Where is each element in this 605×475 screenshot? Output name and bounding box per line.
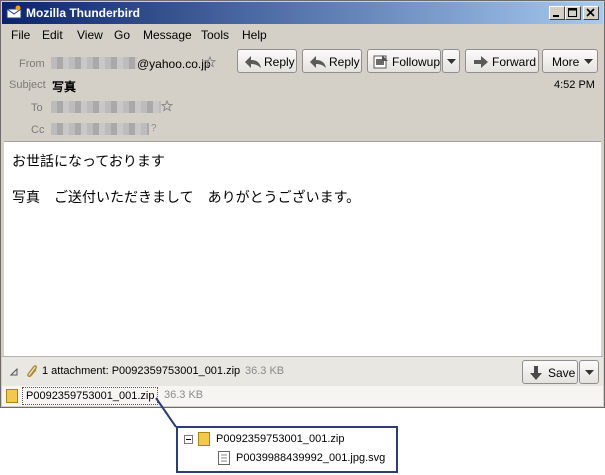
message-time: 4:52 PM xyxy=(554,79,595,91)
menu-edit[interactable]: Edit xyxy=(42,28,63,42)
document-icon xyxy=(218,451,230,465)
reply-icon xyxy=(245,56,261,68)
minimize-icon xyxy=(553,15,559,17)
title-bar[interactable]: Mozilla Thunderbird xyxy=(2,2,603,24)
popup-child-name[interactable]: P0039988439992_001.jpg.svg xyxy=(236,452,385,464)
dropdown-arrow-icon xyxy=(584,59,593,64)
subject-label: Subject xyxy=(9,79,46,91)
attachment-bar: 1 attachment: P0092359753001_001.zip 36.… xyxy=(2,356,603,387)
more-button[interactable]: More xyxy=(542,49,598,73)
collapse-triangle-icon[interactable] xyxy=(10,368,18,376)
zip-file-icon xyxy=(198,432,210,446)
close-button[interactable] xyxy=(583,6,599,20)
menu-view[interactable]: View xyxy=(77,28,103,42)
dropdown-arrow-icon xyxy=(447,59,456,64)
subject-value: 写真 xyxy=(52,80,77,94)
minimize-button[interactable] xyxy=(549,6,565,20)
cc-label: Cc xyxy=(31,124,45,136)
forward-button[interactable]: Forward xyxy=(465,49,539,73)
popup-zip-name[interactable]: P0092359753001_001.zip xyxy=(216,433,344,445)
from-domain[interactable]: @yahoo.co.jp xyxy=(137,57,211,71)
zip-contents-popup: P0092359753001_001.zip P0039988439992_00… xyxy=(176,426,398,473)
to-label: To xyxy=(31,102,43,114)
to-redacted-address[interactable] xyxy=(51,101,161,113)
close-icon xyxy=(586,8,595,17)
mail-window: Mozilla Thunderbird File Edit View Go Me… xyxy=(0,0,605,408)
reply-button[interactable]: Reply xyxy=(237,49,297,73)
thunderbird-app-icon xyxy=(6,5,22,19)
menu-file[interactable]: File xyxy=(11,28,30,42)
message-body[interactable]: お世話になっております 写真 ご送付いただきまして ありがとうございます。 xyxy=(4,141,601,356)
menu-bar: File Edit View Go Message Tools Help xyxy=(2,25,603,45)
menu-help[interactable]: Help xyxy=(242,28,267,42)
star-icon[interactable] xyxy=(161,100,173,112)
followup-icon xyxy=(373,55,388,69)
menu-message[interactable]: Message xyxy=(143,28,192,42)
menu-tools[interactable]: Tools xyxy=(201,28,229,42)
save-button[interactable]: Save xyxy=(522,360,578,384)
star-icon[interactable] xyxy=(204,56,216,68)
cc-more-icon[interactable]: ? xyxy=(151,123,157,134)
window-title: Mozilla Thunderbird xyxy=(26,6,140,20)
followup-dropdown-button[interactable] xyxy=(442,49,460,73)
save-dropdown-button[interactable] xyxy=(579,360,599,384)
from-redacted-address xyxy=(51,57,137,69)
message-line-2: 写真 ご送付いただきまして ありがとうございます。 xyxy=(12,190,361,206)
forward-icon xyxy=(474,56,488,68)
reply-all-icon xyxy=(310,56,326,68)
paperclip-icon xyxy=(27,365,38,378)
tree-minus-icon[interactable] xyxy=(184,435,193,444)
followup-button[interactable]: Followup xyxy=(367,49,441,73)
attachment-summary[interactable]: 1 attachment: P0092359753001_001.zip xyxy=(42,365,240,377)
maximize-button[interactable] xyxy=(565,6,581,20)
attachment-summary-size: 36.3 KB xyxy=(245,365,285,377)
save-arrow-icon xyxy=(530,366,542,380)
menu-go[interactable]: Go xyxy=(114,28,130,42)
dropdown-arrow-icon xyxy=(585,370,594,375)
reply-all-button[interactable]: Reply xyxy=(302,49,362,73)
maximize-icon xyxy=(568,8,577,17)
from-label: From xyxy=(19,58,45,70)
message-line-1: お世話になっております xyxy=(12,154,165,170)
cc-redacted-address[interactable] xyxy=(51,123,149,135)
